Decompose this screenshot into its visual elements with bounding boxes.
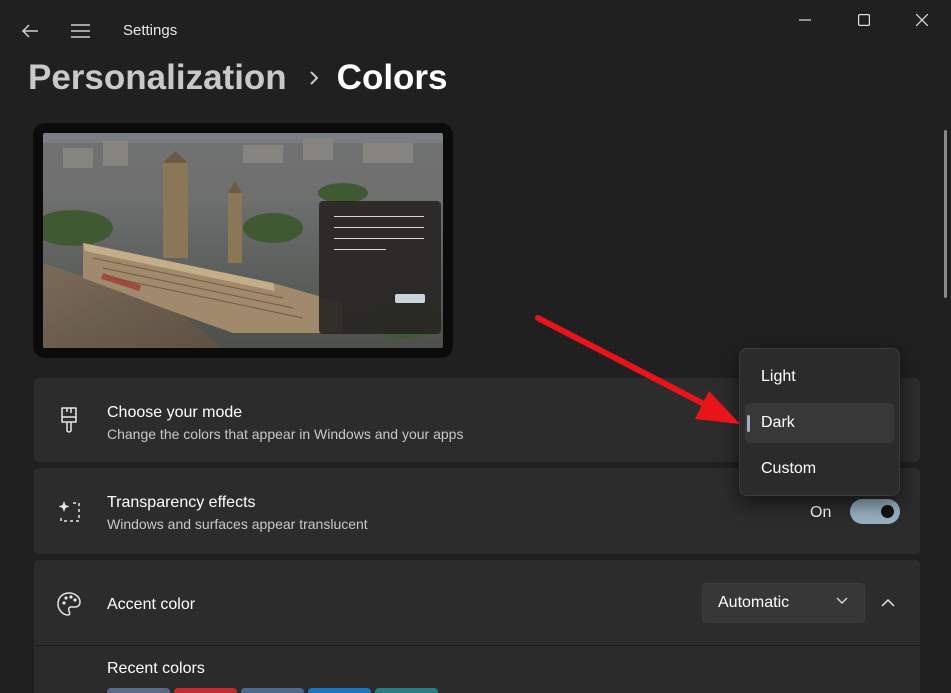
title-bar: Settings [0,0,951,60]
choose-mode-description: Change the colors that appear in Windows… [107,426,464,442]
recent-color-swatch[interactable] [174,688,237,693]
selection-indicator [747,415,750,432]
mode-dropdown-menu: Light Dark Custom [739,348,900,496]
recent-colors-section: Recent colors [34,645,920,693]
toggle-state-label: On [810,504,832,521]
menu-item-label: Dark [761,414,795,431]
recent-color-swatch[interactable] [375,688,438,693]
transparency-toggle[interactable] [850,499,900,524]
chevron-down-icon [836,597,848,605]
minimize-icon[interactable] [777,6,833,34]
breadcrumb: Personalization Colors [28,58,448,98]
theme-preview [33,123,453,358]
accent-color-title: Accent color [107,596,196,613]
choose-mode-title: Choose your mode [107,404,243,421]
menu-item-label: Custom [761,460,817,477]
toggle-knob [881,505,894,518]
close-icon[interactable] [894,6,950,34]
palette-icon [54,589,84,619]
maximize-icon[interactable] [836,6,892,34]
preview-window [319,201,441,334]
chevron-right-icon [309,70,319,86]
app-title: Settings [123,22,178,39]
preview-button [395,294,425,303]
recent-color-swatch[interactable] [308,688,371,693]
recent-color-swatch[interactable] [107,688,170,693]
accent-color-card[interactable]: Accent color Automatic [34,560,920,646]
menu-item-custom[interactable]: Custom [745,449,894,489]
menu-item-dark[interactable]: Dark [745,403,894,443]
menu-item-label: Light [761,368,796,385]
recent-colors-label: Recent colors [107,660,205,677]
breadcrumb-personalization[interactable]: Personalization [28,58,287,98]
accent-color-select-value: Automatic [718,594,790,611]
chevron-up-icon[interactable] [876,590,900,614]
back-arrow-icon[interactable] [14,18,46,44]
page-title: Colors [336,58,448,97]
scrollbar[interactable] [944,130,947,298]
hamburger-menu-icon[interactable] [64,18,96,44]
recent-color-swatch[interactable] [241,688,304,693]
accent-color-select[interactable]: Automatic [702,583,865,623]
preview-wallpaper [43,133,443,348]
menu-item-light[interactable]: Light [745,357,894,397]
transparency-title: Transparency effects [107,494,256,511]
sparkle-square-icon [54,496,84,526]
transparency-description: Windows and surfaces appear translucent [107,516,368,532]
paintbrush-icon [54,405,84,435]
